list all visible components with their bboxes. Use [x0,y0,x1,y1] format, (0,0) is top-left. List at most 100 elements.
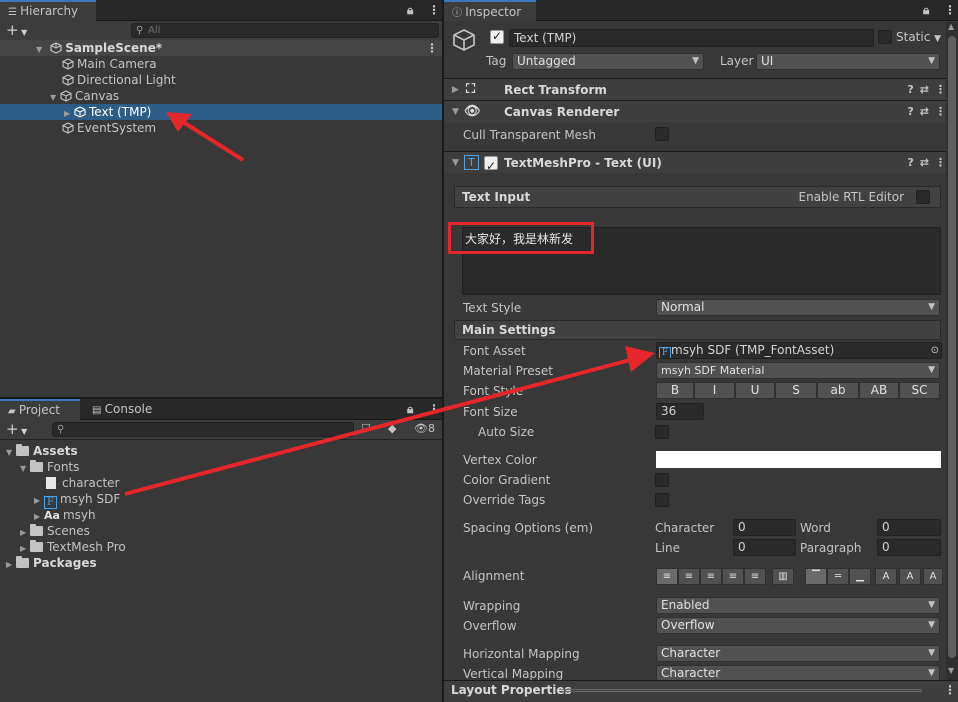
lock-icon[interactable]: 🔒︎ [923,3,929,18]
spacing-line-field[interactable]: 0 [733,539,796,556]
align-bottom-button[interactable]: ▁ [849,568,871,585]
tab-console[interactable]: ▤ Console [84,399,160,420]
align-flush-button[interactable]: ≡ [744,568,766,585]
vmapping-dropdown[interactable]: Character ▼ [656,665,940,680]
tree-item-eventsystem[interactable]: EventSystem [0,120,442,136]
more-icon[interactable]: ⋮ [944,3,956,17]
tmp-header[interactable]: ▼ T TextMeshPro - Text (UI) ?⇄⋮ [444,151,958,177]
font-style-bold[interactable]: B [656,382,694,399]
tree-item-directional-light[interactable]: Directional Light [0,72,442,88]
align-middle-button[interactable]: ═ [827,568,849,585]
expand-icon[interactable]: ▼ [452,152,459,174]
align-justify-button[interactable]: ≡ [722,568,744,585]
static-checkbox[interactable] [878,30,892,44]
active-checkbox[interactable] [490,29,504,44]
text-input-value[interactable]: 大家好，我是林新发 [465,230,573,247]
tree-item-canvas[interactable]: ▼ Canvas [0,88,442,104]
more-icon[interactable]: ⋮ [944,683,956,697]
rect-transform-header[interactable]: ▶ ⛶ Rect Transform ?⇄⋮ [444,78,958,100]
layer-dropdown[interactable]: UI ▼ [756,53,940,70]
filter-type-icon[interactable]: ⛉ [362,422,370,436]
create-button[interactable]: + ▼ [6,420,27,438]
create-button[interactable]: + ▼ [6,21,27,39]
inspector-scrollbar[interactable]: ▲ ▼ [946,22,958,680]
static-label[interactable]: Static ▼ [896,30,941,44]
override-tags-checkbox[interactable] [655,493,669,507]
font-size-field[interactable]: 36 [656,403,704,420]
spacing-word-field[interactable]: 0 [877,519,941,536]
tree-item-msyh[interactable]: ▶ Aa msyh [0,507,442,523]
tree-item-character[interactable]: character [0,475,442,491]
align-geometry-button[interactable]: ▥ [772,568,794,585]
font-style-smallcaps[interactable]: SC [899,382,940,399]
console-icon: ▤ [92,405,105,416]
hierarchy-panel: ☰ Hierarchy 🔒︎ ⋮ + ▼ ⚲ All ▼ SampleScene… [0,0,442,397]
align-center-button[interactable]: ≡ [678,568,700,585]
tree-item-assets[interactable]: ▼ Assets [0,443,442,459]
scroll-thumb[interactable] [948,36,956,658]
align-midline-button[interactable]: A [899,568,921,585]
align-capline-button[interactable]: A [923,568,943,585]
project-search-input[interactable]: ⚲ [52,422,354,437]
scroll-up-icon[interactable]: ▲ [948,22,954,31]
vertex-color-swatch[interactable] [656,451,941,468]
color-gradient-checkbox[interactable] [655,473,669,487]
lock-icon[interactable]: 🔒︎ [407,402,413,417]
font-asset-field[interactable]: Fmsyh SDF (TMP_FontAsset) ⊙ [656,342,942,359]
material-preset-dropdown[interactable]: msyh SDF Material ▼ [656,362,940,379]
lock-icon[interactable]: 🔒︎ [407,3,413,18]
dropdown-arrow-icon: ▼ [928,620,935,630]
folder-icon [30,540,43,552]
object-name-field[interactable]: Text (TMP) [509,29,874,47]
align-right-button[interactable]: ≡ [700,568,722,585]
cull-checkbox[interactable] [655,127,669,141]
tree-item-msyh-sdf[interactable]: ▶ Fmsyh SDF [0,491,442,509]
collapse-icon[interactable]: ▶ [452,79,459,101]
tree-item-fonts[interactable]: ▼ Fonts [0,459,442,475]
align-baseline-button[interactable]: A [875,568,897,585]
tmp-enabled-checkbox[interactable] [484,155,498,177]
text-style-dropdown[interactable]: Normal ▼ [656,299,940,316]
rect-transform-icon: ⛶ [466,82,476,97]
expand-icon[interactable]: ▼ [452,101,459,123]
resize-handle[interactable] [562,689,922,692]
more-icon[interactable]: ⋮ [426,40,438,56]
layout-properties-bar[interactable]: Layout Properties ⋮ [444,680,958,702]
collapse-icon[interactable]: ▶ [6,557,16,573]
overflow-dropdown[interactable]: Overflow ▼ [656,617,940,634]
tree-item-scenes[interactable]: ▶ Scenes [0,523,442,539]
tree-label: msyh [62,508,96,522]
spacing-character-field[interactable]: 0 [733,519,796,536]
align-top-button[interactable]: ▔ [805,568,827,585]
scene-row[interactable]: ▼ SampleScene* ⋮ [0,40,442,56]
object-picker-icon[interactable]: ⊙ [931,343,939,358]
tab-hierarchy[interactable]: ☰ Hierarchy [0,0,96,21]
font-style-strikethrough[interactable]: S [775,382,817,399]
canvas-renderer-header[interactable]: ▼ 👁︎ Canvas Renderer ?⇄⋮ [444,100,958,122]
wrapping-dropdown[interactable]: Enabled ▼ [656,597,940,614]
font-style-uppercase[interactable]: AB [859,382,899,399]
font-style-lowercase[interactable]: ab [817,382,859,399]
more-icon[interactable]: ⋮ [428,3,440,17]
filter-label-icon[interactable]: ◆ [388,422,396,435]
tree-item-main-camera[interactable]: Main Camera [0,56,442,72]
hierarchy-search-input[interactable]: ⚲ All [131,23,439,38]
font-style-underline[interactable]: U [735,382,775,399]
tree-item-text-tmp[interactable]: ▶ Text (TMP) [0,104,442,120]
scroll-down-icon[interactable]: ▼ [948,666,954,675]
tag-dropdown[interactable]: Untagged ▼ [512,53,704,70]
font-style-italic[interactable]: I [694,382,735,399]
hmapping-dropdown[interactable]: Character ▼ [656,645,940,662]
material-preset-value: msyh SDF Material [661,364,765,377]
align-left-button[interactable]: ≡ [656,568,678,585]
hidden-packages-icon[interactable]: 👁︎8 [414,422,435,435]
rtl-checkbox[interactable] [916,190,930,204]
tab-project[interactable]: ▰ Project [0,399,80,420]
tree-item-textmesh-pro[interactable]: ▶ TextMesh Pro [0,539,442,555]
more-icon[interactable]: ⋮ [428,402,440,416]
component-title: Canvas Renderer [504,105,620,119]
auto-size-checkbox[interactable] [655,425,669,439]
tab-inspector[interactable]: ⓘ Inspector [444,0,536,21]
tree-item-packages[interactable]: ▶ Packages [0,555,442,571]
spacing-paragraph-field[interactable]: 0 [877,539,941,556]
